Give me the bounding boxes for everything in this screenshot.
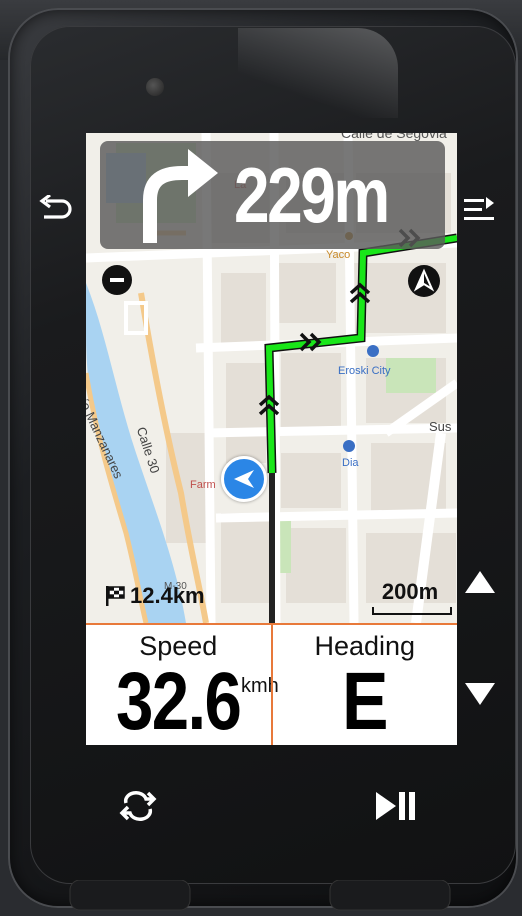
poi-yaco: Yaco [326,249,351,261]
street-name-top: Calle de Segovia [341,133,447,141]
speed-field[interactable]: Speed 32.6 kmh [86,625,279,745]
light-sensor [146,78,164,96]
map-scale-bar [372,607,452,615]
poi-eroski: Eroski City [338,365,391,377]
back-button[interactable] [34,188,78,232]
lap-button[interactable] [116,784,160,828]
turn-distance: 229m [234,150,390,239]
heading-value: E [341,656,388,745]
data-fields: Speed 32.6 kmh Heading E [86,623,457,745]
menu-button[interactable] [458,188,502,232]
down-button[interactable] [458,672,502,716]
street-label-sus: Sus [429,419,452,434]
position-arrow-icon [234,470,254,488]
display-screen: Calle de Segovia Río Manzanares Calle 30… [86,133,457,745]
speed-value: 32.6 [116,656,242,745]
north-arrow-icon[interactable] [408,265,440,297]
down-arrow-icon [465,683,495,705]
route-map[interactable]: Calle de Segovia Río Manzanares Calle 30… [86,133,457,623]
map-scale-label: 200m [381,579,439,604]
turn-instruction-banner: 229m [100,141,445,249]
right-turn-icon [143,149,218,243]
remaining-distance: 12.4km [104,583,205,609]
poi-farm: Farm [190,479,216,491]
poi-dia: Dia [342,457,359,469]
current-position-marker [221,456,267,502]
zoom-out-button[interactable] [102,265,132,295]
back-arrow-icon [39,195,72,219]
finish-flag-icon [106,586,125,606]
compass-north-icon [413,268,435,292]
up-button[interactable] [458,560,502,604]
glass-glare [238,28,398,118]
heading-field[interactable]: Heading E [270,625,458,745]
remaining-distance-value: 12.4km [130,583,205,608]
up-arrow-icon [465,571,495,593]
menu-icon [464,197,494,220]
play-pause-icon [376,792,415,820]
lap-loop-icon [119,791,157,821]
speed-unit: kmh [241,675,279,697]
device-bottom-edge [69,880,451,911]
play-pause-button[interactable] [372,784,422,828]
